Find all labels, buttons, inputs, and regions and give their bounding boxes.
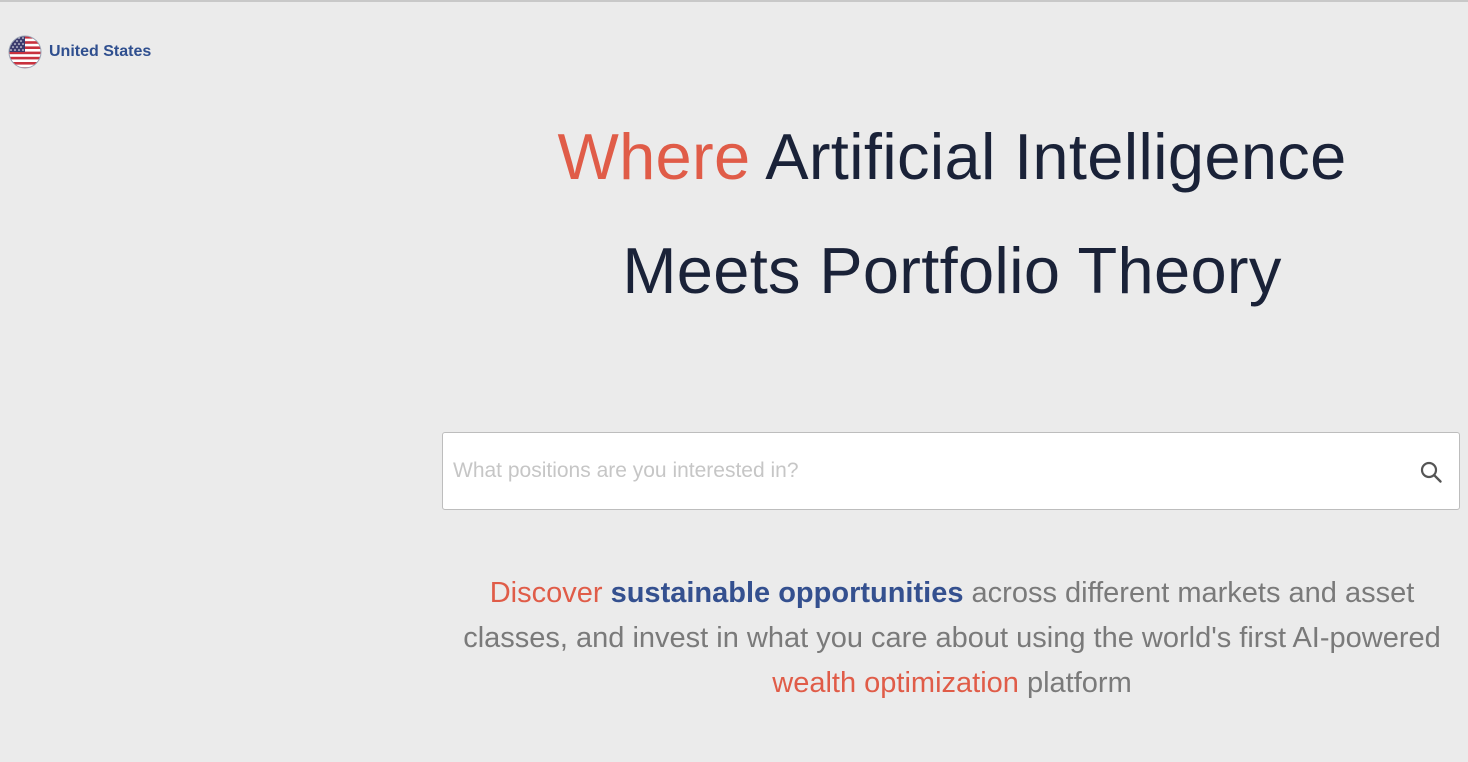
search-input[interactable] <box>443 433 1403 509</box>
tagline: Discover sustainable opportunities acros… <box>442 571 1462 706</box>
search-icon[interactable] <box>1419 460 1443 484</box>
tagline-platform: platform <box>1026 667 1132 699</box>
hero-line-1-text: Artificial Intelligence <box>765 120 1347 193</box>
hero-line-2: Meets Portfolio Theory <box>622 234 1282 307</box>
tagline-sustainable-opportunities: sustainable opportunities <box>610 577 964 609</box>
tagline-wealth-optimization: wealth optimization <box>772 667 1019 699</box>
top-divider <box>0 0 1468 2</box>
hero-line-1: Where Artificial Intelligence <box>442 100 1462 214</box>
search-bar <box>442 432 1460 510</box>
us-flag-icon <box>8 35 42 69</box>
tagline-discover: Discover <box>489 577 603 609</box>
region-selector[interactable]: United States <box>8 35 151 69</box>
region-label: United States <box>49 43 152 60</box>
hero-accent-word: Where <box>557 120 751 193</box>
hero-heading: Where Artificial Intelligence Meets Port… <box>442 100 1462 328</box>
